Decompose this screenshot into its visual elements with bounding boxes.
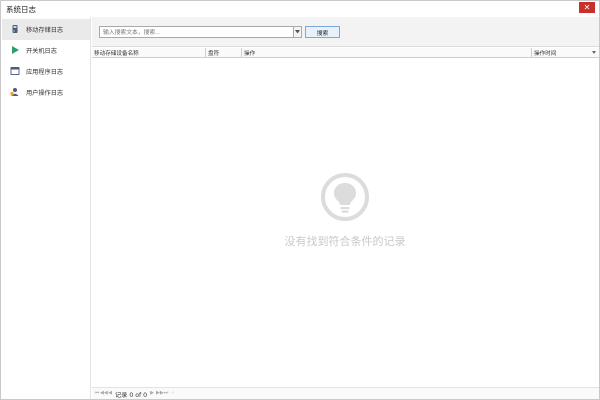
column-header-label: 操作时间 [534,51,557,57]
column-header-drive-letter[interactable]: 盘符 [206,48,242,58]
pager-bar: ⏮ ◀◀ ◀ 记录 0 of 0 ▶ ▶▶ ⏭ ‹ [92,387,599,399]
record-count: 记录 0 of 0 [115,392,148,399]
search-history-dropdown[interactable] [293,26,302,38]
play-icon [12,46,19,54]
sort-descending-icon [592,51,596,54]
sidebar-item-power-log[interactable]: 开关机日志 [2,40,90,61]
column-header-operation-time[interactable]: 操作时间 [532,48,599,58]
empty-state-message: 没有找到符合条件的记录 [284,235,406,248]
column-header-operation[interactable]: 操作 [242,48,532,58]
prev-page-icon[interactable]: ◀ [107,390,113,397]
sidebar: 移动存储日志 开关机日志 应用程序日志 用户操作日志 [2,17,91,399]
search-button[interactable]: 搜索 [305,26,340,38]
user-icon [10,88,19,96]
last-page-icon[interactable]: ⏭ [163,390,169,397]
sidebar-item-user-operation-log[interactable]: 用户操作日志 [2,82,90,103]
scroll-left-icon[interactable]: ‹ [170,390,176,397]
chevron-down-icon [295,30,300,34]
sidebar-item-usb-storage-log[interactable]: 移动存储日志 [2,19,90,40]
log-content-panel: 搜索 移动存储设备名称 盘符 操作 操作时间 没有找到符合条件的记录 ⏮ ◀◀ … [92,17,599,399]
window-title: 系统日志 [6,5,36,14]
sidebar-item-label: 开关机日志 [26,48,57,55]
sidebar-item-label: 用户操作日志 [26,90,64,97]
close-button[interactable]: ✕ [579,2,595,13]
usb-storage-icon [12,25,18,33]
lightbulb-icon [321,173,369,221]
sidebar-item-label: 移动存储日志 [26,27,64,34]
next-page-group-icon[interactable]: ▶▶ [156,390,164,397]
search-input[interactable] [99,26,294,38]
next-page-icon[interactable]: ▶ [149,390,155,397]
system-log-window: 系统日志 ✕ 移动存储日志 开关机日志 应用程序日志 用户操作日志 输入搜索文本… [0,0,600,400]
application-window-icon [10,67,20,75]
title-bar: 系统日志 ✕ [1,1,599,17]
search-toolbar: 搜索 [92,17,599,47]
sidebar-item-label: 应用程序日志 [26,69,64,76]
table-header: 移动存储设备名称 盘符 操作 操作时间 [92,48,599,58]
column-header-device-name[interactable]: 移动存储设备名称 [92,48,206,58]
close-icon: ✕ [583,2,591,12]
prev-page-group-icon[interactable]: ◀◀ [100,390,108,397]
sidebar-item-application-log[interactable]: 应用程序日志 [2,61,90,82]
